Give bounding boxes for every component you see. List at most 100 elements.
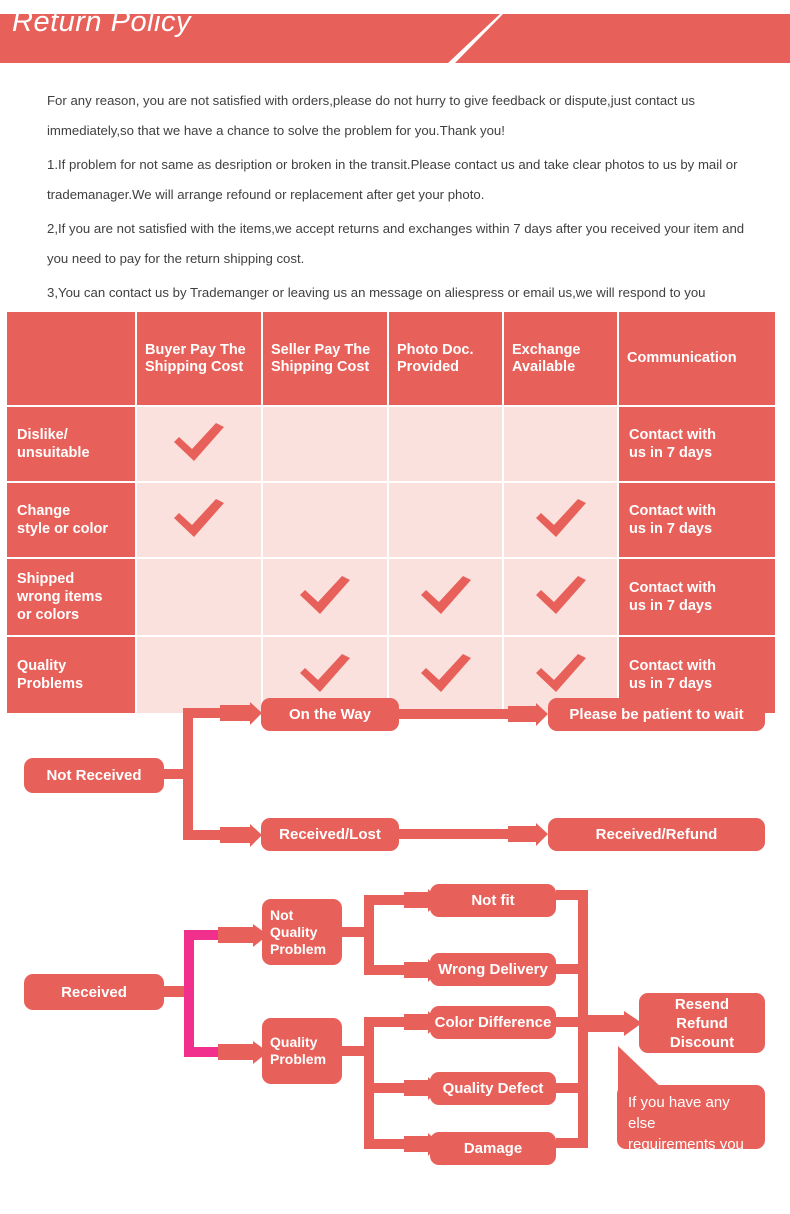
cell-communication: Contact with us in 7 days — [619, 407, 775, 481]
flow2-bracket-vertical — [184, 930, 194, 1057]
flow2-arrowhead-quality-defect — [404, 1077, 440, 1100]
flow1-node-received-lost-label: Received/Lost — [279, 826, 381, 843]
checkmark-icon — [419, 575, 473, 615]
flow2-node-resend-refund-discount-label: Resend Refund Discount — [669, 995, 735, 1051]
flow1-stem-horizontal — [163, 769, 191, 779]
flow2-node-resend-refund-discount: Resend Refund Discount — [639, 993, 765, 1053]
flow2-arrowhead-quality — [218, 1041, 268, 1064]
flow2-node-quality-problem: Quality Problem — [262, 1018, 342, 1084]
flow2-node-wrong-delivery: Wrong Delivery — [430, 953, 556, 986]
flow2-node-quality-problem-label: Quality Problem — [270, 1034, 327, 1067]
cell-exchange — [504, 559, 617, 635]
table-row: Shipped wrong items or colors Contact wi… — [7, 559, 775, 635]
cell-buyer-pay — [137, 483, 261, 557]
cell-seller-pay — [263, 637, 387, 713]
flow2-collector-stub-damage — [556, 1138, 582, 1148]
flow1-node-received-lost: Received/Lost — [261, 818, 399, 851]
cell-buyer-pay — [137, 637, 261, 713]
flow2-arrowhead-result — [586, 1011, 642, 1036]
table-header-blank — [7, 312, 135, 405]
flow2-node-wrong-delivery-label: Wrong Delivery — [438, 961, 548, 978]
flow2-stem-horizontal — [163, 986, 191, 997]
flow2-q-bracket-mid — [364, 1083, 412, 1093]
flow1-arrowhead-bottom-result — [508, 823, 548, 846]
row-label-quality-problems: Quality Problems — [7, 637, 135, 713]
cell-buyer-pay — [137, 559, 261, 635]
banner-right-shape — [455, 14, 790, 63]
flow2-node-quality-defect-label: Quality Defect — [442, 1080, 544, 1097]
cell-communication: Contact with us in 7 days — [619, 483, 775, 557]
flow1-node-received-refund: Received/Refund — [548, 818, 765, 851]
cell-photo-doc — [389, 637, 502, 713]
cell-communication: Contact with us in 7 days — [619, 637, 775, 713]
flow2-node-color-difference: Color Difference — [430, 1006, 556, 1039]
cell-exchange — [504, 483, 617, 557]
checkmark-icon — [419, 653, 473, 693]
flow2-arrowhead-not-quality — [218, 924, 268, 947]
cell-photo-doc — [389, 483, 502, 557]
flow1-node-not-received: Not Received — [24, 758, 164, 793]
table-header-seller-pay: Seller Pay The Shipping Cost — [263, 312, 387, 405]
checkmark-icon — [172, 498, 226, 538]
table-row: Dislike/ unsuitable Contact with us in 7… — [7, 407, 775, 481]
flow2-node-received-label: Received — [61, 983, 127, 1001]
cell-seller-pay — [263, 483, 387, 557]
cell-exchange — [504, 407, 617, 481]
flow2-node-not-quality-problem: Not Quality Problem — [262, 899, 342, 965]
intro-paragraph-2: 1.If problem for not same as desription … — [47, 157, 738, 202]
flow2-collector-stub-wrong-delivery — [556, 964, 582, 974]
row-label-dislike: Dislike/ unsuitable — [7, 407, 135, 481]
flow2-arrowhead-damage — [404, 1133, 440, 1156]
table-header-communication: Communication — [619, 312, 775, 405]
checkmark-icon — [298, 653, 352, 693]
flow1-arrowhead-bottom — [220, 824, 262, 847]
cell-seller-pay — [263, 559, 387, 635]
cell-photo-doc — [389, 559, 502, 635]
intro-text: For any reason, you are not satisfied wi… — [47, 86, 763, 342]
flow2-nq-bracket-top — [364, 895, 412, 905]
flow2-arrowhead-color-difference — [404, 1011, 440, 1034]
flow2-collector-vertical — [578, 890, 588, 1148]
checkmark-icon — [534, 498, 588, 538]
table-header-photo-doc: Photo Doc. Provided — [389, 312, 502, 405]
checkmark-icon — [172, 422, 226, 462]
intro-paragraph-1: For any reason, you are not satisfied wi… — [47, 93, 696, 138]
checkmark-icon — [534, 575, 588, 615]
table-header-buyer-pay: Buyer Pay The Shipping Cost — [137, 312, 261, 405]
cell-seller-pay — [263, 407, 387, 481]
flow2-node-not-fit-label: Not fit — [471, 892, 515, 909]
return-policy-page: Return Policy For any reason, you are no… — [0, 0, 790, 1214]
flow2-q-stem — [342, 1046, 370, 1056]
flow2-nq-bracket-vertical — [364, 895, 374, 975]
checkmark-icon — [298, 575, 352, 615]
flow1-bracket-vertical — [183, 708, 193, 840]
flow2-node-quality-defect: Quality Defect — [430, 1072, 556, 1105]
row-label-change-style: Change style or color — [7, 483, 135, 557]
table-row: Quality Problems Contact with us in 7 da… — [7, 637, 775, 713]
flow2-arrowhead-not-fit — [404, 889, 440, 912]
flow2-node-received: Received — [24, 974, 164, 1010]
flow2-callout-note-label: If you have any else requirements you co… — [628, 1094, 744, 1174]
flow1-connector-bottom — [399, 829, 514, 839]
table-row: Change style or color Contact with us in… — [7, 483, 775, 557]
flow1-node-received-refund-label: Received/Refund — [595, 826, 718, 843]
flow2-collector-stub-not-fit — [556, 890, 582, 900]
flow2-q-bracket-bottom — [364, 1139, 412, 1149]
flow2-arrowhead-wrong-delivery — [404, 959, 440, 982]
flow2-collector-stub-color-difference — [556, 1017, 582, 1027]
flow2-callout-note: If you have any else requirements you co… — [617, 1085, 765, 1174]
cell-buyer-pay — [137, 407, 261, 481]
flow2-node-not-quality-problem-label: Not Quality Problem — [270, 906, 327, 957]
return-policy-table: Buyer Pay The Shipping Cost Seller Pay T… — [5, 310, 777, 715]
table-header-row: Buyer Pay The Shipping Cost Seller Pay T… — [7, 312, 775, 405]
flow2-q-bracket-top — [364, 1017, 412, 1027]
page-title: Return Policy — [12, 6, 191, 38]
callout-tail-icon — [618, 1046, 666, 1092]
row-label-shipped-wrong: Shipped wrong items or colors — [7, 559, 135, 635]
cell-exchange — [504, 637, 617, 713]
flow2-nq-stem — [342, 927, 370, 937]
flow1-node-not-received-label: Not Received — [46, 767, 142, 784]
flow2-node-color-difference-label: Color Difference — [434, 1014, 552, 1031]
flow2-bracket-top-stem — [184, 930, 226, 940]
cell-photo-doc — [389, 407, 502, 481]
